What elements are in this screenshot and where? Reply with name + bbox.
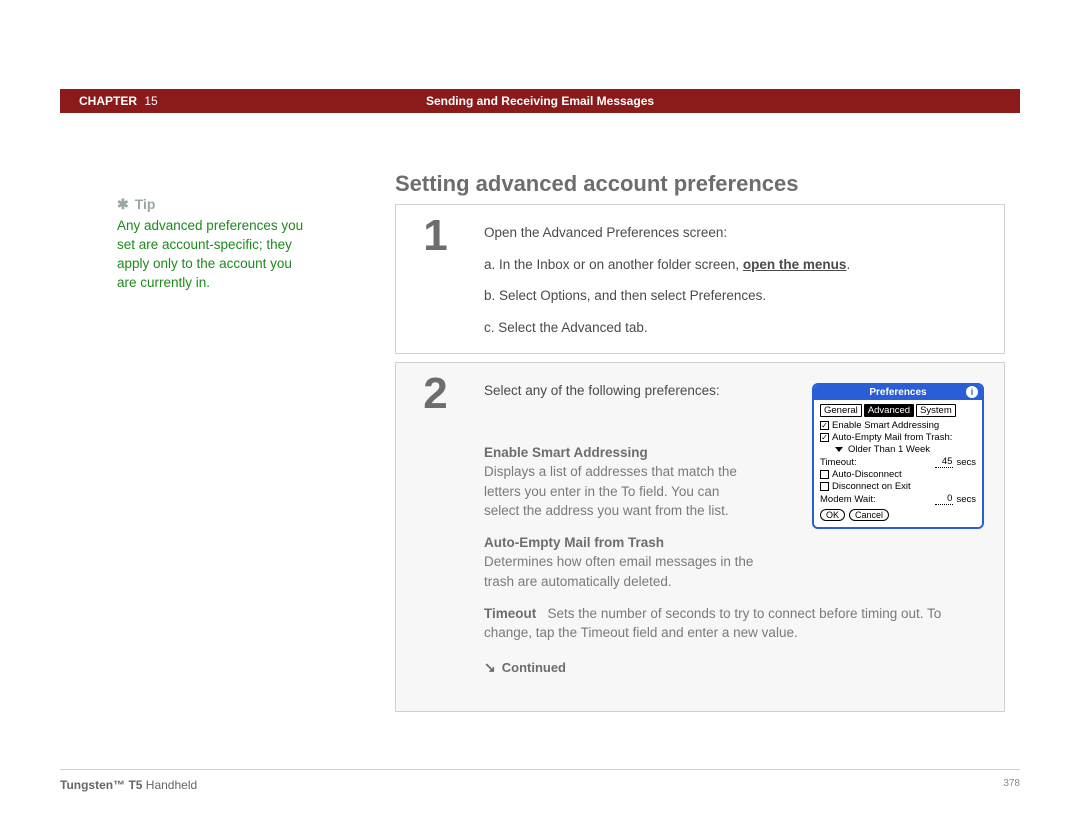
open-menus-link[interactable]: open the menus [743,257,847,272]
page-footer: Tungsten™ T5 Handheld 378 [60,769,1020,792]
continued-text: Continued [502,660,566,675]
step-1-intro: Open the Advanced Preferences screen: [484,223,986,243]
chapter-title: Sending and Receiving Email Messages [426,94,654,108]
page-number: 378 [1003,778,1020,792]
timeout-text: Sets the number of seconds to try to con… [484,606,941,641]
step-1-a-suffix: . [846,257,850,272]
continued-indicator: ↘ Continued [484,657,986,678]
section-title: Setting advanced account preferences [395,171,798,197]
step-1-content: Open the Advanced Preferences screen: a.… [484,223,986,349]
step-2-number: 2 [408,369,463,419]
product-bold: Tungsten™ T5 [60,778,142,792]
step-2-intro: Select any of the following preferences: [484,381,754,401]
chapter-label-text: CHAPTER [79,94,137,108]
product-name: Tungsten™ T5 Handheld [60,778,197,792]
asterisk-icon: ✱ [117,196,129,212]
arrow-down-right-icon: ↘ [484,657,496,677]
product-rest: Handheld [142,778,197,792]
tip-label: ✱ Tip [117,196,307,213]
enable-smart-block: Enable Smart Addressing Displays a list … [484,443,754,521]
step-1-number: 1 [408,211,463,261]
step-1-a-prefix: a. In the Inbox or on another folder scr… [484,257,743,272]
tip-block: ✱ Tip Any advanced preferences you set ar… [117,196,307,293]
chapter-header: CHAPTER 15 Sending and Receiving Email M… [60,89,1020,113]
auto-empty-block: Auto-Empty Mail from Trash Determines ho… [484,533,754,592]
step-1-b: b. Select Options, and then select Prefe… [484,286,986,306]
enable-smart-label: Enable Smart Addressing [484,445,648,460]
step-1-a: a. In the Inbox or on another folder scr… [484,255,986,275]
step-1-c: c. Select the Advanced tab. [484,318,986,338]
auto-empty-text: Determines how often email messages in t… [484,554,753,589]
auto-empty-label: Auto-Empty Mail from Trash [484,535,664,550]
tip-label-text: Tip [135,196,156,212]
timeout-block: Timeout Sets the number of seconds to tr… [484,604,986,643]
enable-smart-text: Displays a list of addresses that match … [484,464,737,518]
timeout-label: Timeout [484,606,536,621]
step-2-content: Select any of the following preferences:… [484,381,986,689]
chapter-number: 15 [144,94,157,108]
chapter-label: CHAPTER 15 [79,94,158,108]
step-1: 1 Open the Advanced Preferences screen: … [395,204,1005,354]
tip-text: Any advanced preferences you set are acc… [117,217,307,293]
step-2: 2 Preferences i General Advanced System … [395,362,1005,712]
